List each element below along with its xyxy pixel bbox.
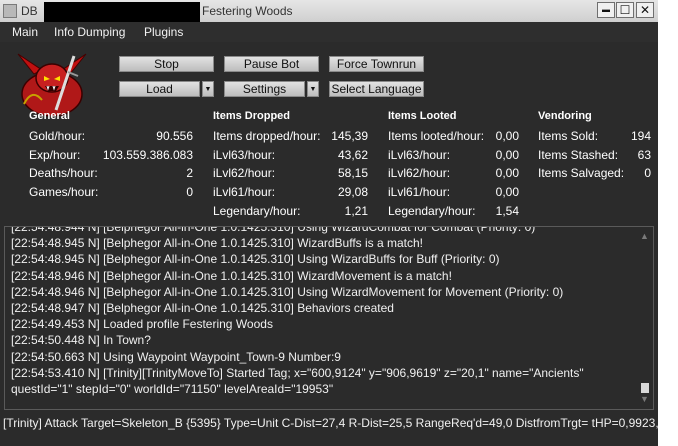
settings-button[interactable]: Settings [224,81,305,97]
maximize-icon: ☐ [619,3,631,17]
close-icon: ✕ [639,3,651,17]
looted-legendary-value: 1,54 [495,204,519,218]
items-stashed-label: Items Stashed: [538,148,619,162]
dropped-ilvl61-value: 29,08 [337,185,368,199]
items-sold-value: 194 [630,129,651,143]
log-line: [22:54:48.945 N] [Belphegor All-in-One 1… [11,236,424,251]
looted-ilvl63-value: 0,00 [495,148,519,162]
app-window: DB Festering Woods ▬ ☐ ✕ Main Info Dumpi… [0,0,658,446]
log-lines: [22:54:48.944 N] [Belphegor All-in-One 1… [11,226,631,397]
close-button[interactable]: ✕ [636,2,654,18]
deaths-hour-value: 2 [186,166,193,180]
items-dropped-label: Items dropped/hour: [213,129,321,143]
items-dropped-value: 145,39 [331,129,368,143]
log-line: [22:54:49.453 N] Loaded profile Festerin… [11,317,273,332]
log-line: [22:54:48.945 N] [Belphegor All-in-One 1… [11,252,500,267]
items-looted-label: Items looted/hour: [388,129,485,143]
dropped-ilvl63-label: iLvl63/hour: [213,148,276,162]
force-townrun-button[interactable]: Force Townrun [329,56,424,72]
deaths-hour-label: Deaths/hour: [29,166,98,180]
minimize-icon: ▬ [602,5,610,14]
gold-hour-label: Gold/hour: [29,129,86,143]
general-title: General [29,110,70,122]
dropped-ilvl62-label: iLvl62/hour: [213,166,276,180]
log-line: [22:54:48.946 N] [Belphegor All-in-One 1… [11,284,564,299]
looted-ilvl62-value: 0,00 [495,166,519,180]
window-title-suffix: Festering Woods [202,4,293,18]
exp-hour-label: Exp/hour: [29,148,81,162]
log-output[interactable]: [22:54:48.944 N] [Belphegor All-in-One 1… [4,226,654,410]
title-bar: DB Festering Woods ▬ ☐ ✕ [0,0,658,23]
dropped-ilvl61-label: iLvl61/hour: [213,185,276,199]
log-scrollbar[interactable]: ▲ ▼ [637,227,653,409]
items-sold-label: Items Sold: [538,129,599,143]
chevron-down-icon: ▼ [204,85,212,93]
stop-button[interactable]: Stop [119,56,214,72]
games-hour-label: Games/hour: [29,185,99,199]
status-bar: [Trinity] Attack Target=Skeleton_B {5395… [0,412,658,446]
items-salvaged-label: Items Salvaged: [538,166,625,180]
looted-ilvl61-value: 0,00 [495,185,519,199]
looted-ilvl62-label: iLvl62/hour: [388,166,451,180]
log-line: questId="1" stepId="0" worldId="71150" l… [11,382,334,397]
settings-dropdown-button[interactable]: ▼ [307,81,319,97]
log-line: [22:54:48.946 N] [Belphegor All-in-One 1… [11,268,452,283]
dropped-ilvl62-value: 58,15 [337,166,368,180]
items-looted-title: Items Looted [388,110,457,122]
scroll-up-icon[interactable]: ▲ [640,231,649,241]
games-hour-value: 0 [186,185,193,199]
looted-ilvl61-label: iLvl61/hour: [388,185,451,199]
menu-bar: Main Info Dumping Plugins [0,22,658,42]
items-salvaged-value: 0 [644,166,651,180]
dropped-ilvl63-value: 43,62 [337,148,368,162]
scroll-down-icon[interactable]: ▼ [640,394,649,404]
load-button[interactable]: Load [119,81,200,97]
looted-ilvl63-label: iLvl63/hour: [388,148,451,162]
log-line: [22:54:48.947 N] [Belphegor All-in-One 1… [11,301,394,316]
exp-hour-value: 103.559.386.083 [102,148,193,162]
dropped-legendary-value: 1,21 [344,204,368,218]
looted-legendary-label: Legendary/hour: [388,204,476,218]
items-looted-value: 0,00 [495,129,519,143]
load-dropdown-button[interactable]: ▼ [202,81,214,97]
gold-hour-value: 90.556 [156,129,193,143]
items-stashed-value: 63 [637,148,651,162]
vendoring-title: Vendoring [538,110,592,122]
status-text: [Trinity] Attack Target=Skeleton_B {5395… [3,416,658,430]
maximize-button[interactable]: ☐ [616,2,634,18]
minimize-button[interactable]: ▬ [597,2,615,18]
items-dropped-title: Items Dropped [213,110,291,122]
select-language-button[interactable]: Select Language [329,81,424,97]
redacted-bar [44,2,200,22]
app-icon [3,4,17,18]
pause-bot-button[interactable]: Pause Bot [224,56,319,72]
dropped-legendary-label: Legendary/hour: [213,204,301,218]
log-line: [22:54:53.410 N] [Trinity][TrinityMoveTo… [11,365,584,380]
menu-plugins[interactable]: Plugins [144,25,183,39]
log-line: [22:54:50.663 N] Using Waypoint Waypoint… [11,349,341,364]
scroll-thumb[interactable] [641,383,649,393]
log-line: [22:54:48.944 N] [Belphegor All-in-One 1… [11,226,536,234]
window-title-prefix: DB [21,4,38,18]
menu-info-dumping[interactable]: Info Dumping [54,25,125,39]
log-line: [22:54:50.448 N] In Town? [11,333,151,348]
chevron-down-icon: ▼ [309,85,317,93]
menu-main[interactable]: Main [12,25,38,39]
